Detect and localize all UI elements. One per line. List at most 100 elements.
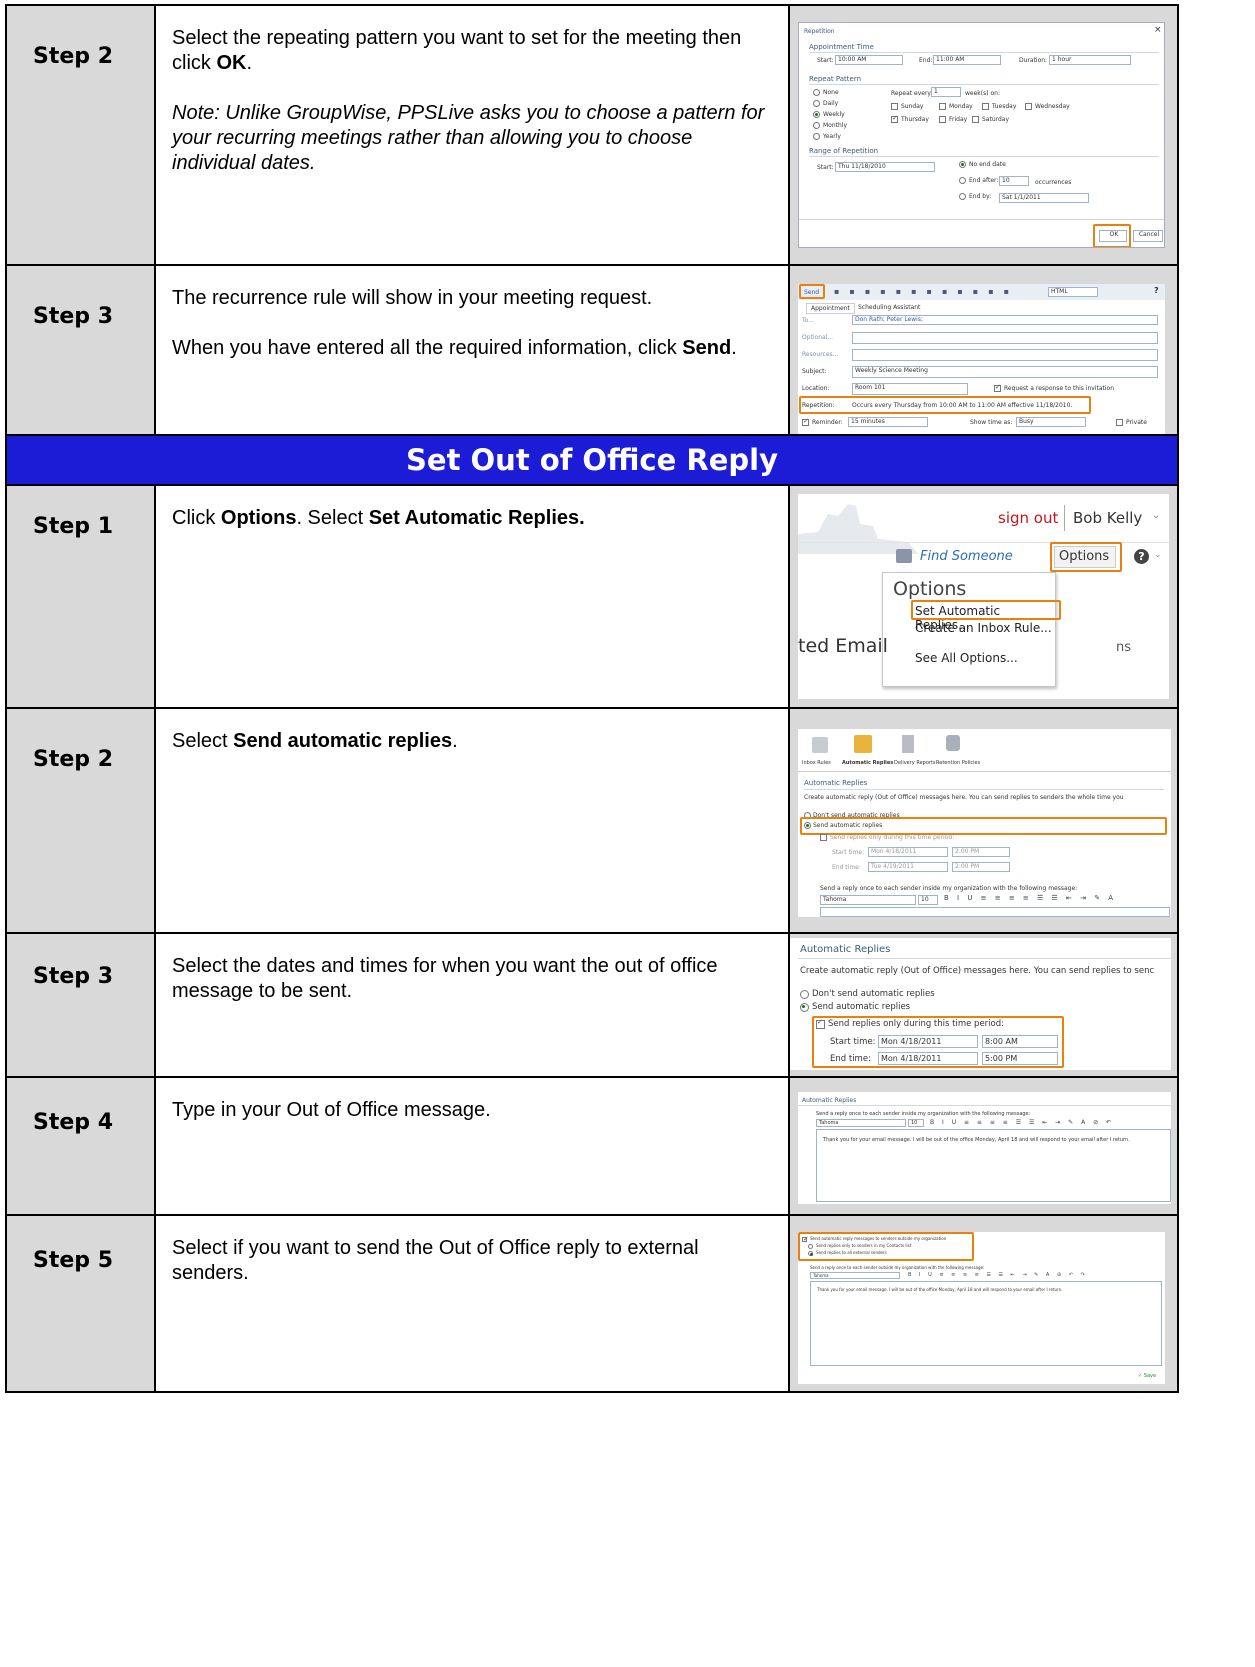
toolbar-item-automatic-replies[interactable]: Automatic Replies xyxy=(842,759,893,768)
automatic-replies-icon xyxy=(854,735,872,753)
message-editor[interactable] xyxy=(820,907,1170,917)
font-select[interactable]: Tahoma xyxy=(816,1119,906,1127)
sign-out-link[interactable]: sign out xyxy=(998,509,1058,527)
message-editor[interactable]: Thank you for your email message. I will… xyxy=(810,1281,1162,1366)
day-checkbox[interactable] xyxy=(1025,103,1032,110)
chevron-down-icon[interactable]: ⌄ xyxy=(1152,510,1160,521)
day-label: Wednesday xyxy=(1035,103,1070,110)
instruction-cell: The recurrence rule will show in your me… xyxy=(156,266,790,434)
end-by-select[interactable]: Sat 1/1/2011 xyxy=(999,193,1089,203)
size-select[interactable]: 10 xyxy=(908,1119,924,1127)
highlight-box xyxy=(799,396,1091,414)
chevron-down-icon[interactable]: ⌄ xyxy=(1154,550,1162,560)
only-period-checkbox[interactable] xyxy=(820,834,827,841)
dont-send-label: Don't send automatic replies xyxy=(812,989,935,999)
end-date-select[interactable]: Tue 4/19/2011 xyxy=(868,862,948,872)
divider xyxy=(799,219,1164,220)
optional-field[interactable] xyxy=(852,332,1158,344)
location-field[interactable]: Room 101 xyxy=(852,383,968,395)
save-button[interactable]: ✓ Save xyxy=(1138,1372,1156,1381)
screenshot-cell: Repetition × Appointment Time Start: 10:… xyxy=(790,6,1177,264)
step-label: Step 1 xyxy=(33,514,113,539)
no-end-radio[interactable] xyxy=(959,161,966,168)
tab-scheduling[interactable]: Scheduling Assistant xyxy=(858,303,920,312)
automatic-replies-screen: Inbox Rules Automatic Replies Delivery R… xyxy=(798,729,1171,917)
divider xyxy=(798,958,1171,959)
toolbar-item-retention-policies[interactable]: Retention Policies xyxy=(936,759,980,768)
pattern-monthly-radio[interactable] xyxy=(813,122,820,129)
day-label: Saturday xyxy=(982,116,1010,123)
show-time-select[interactable]: Busy xyxy=(1016,417,1086,427)
menu-item-see-all-options[interactable]: See All Options... xyxy=(915,651,1018,665)
message-editor[interactable]: Thank you for your email message. I will… xyxy=(816,1129,1171,1202)
pattern-daily-radio[interactable] xyxy=(813,100,820,107)
end-by-radio[interactable] xyxy=(959,193,966,200)
dont-send-radio[interactable] xyxy=(800,990,809,999)
format-select[interactable]: HTML xyxy=(1048,287,1098,297)
help-icon[interactable]: ? xyxy=(1154,286,1159,295)
reminder-label: Reminder: xyxy=(812,419,843,426)
send-auto-radio[interactable] xyxy=(800,1003,809,1012)
size-select[interactable]: 10 xyxy=(918,895,938,905)
font-select[interactable]: Tahoma xyxy=(820,895,916,905)
options-dropdown: Options Set Automatic Replies... Create … xyxy=(882,572,1056,687)
close-icon[interactable]: × xyxy=(1154,25,1162,35)
day-checkbox[interactable] xyxy=(939,103,946,110)
reminder-checkbox[interactable] xyxy=(802,417,809,426)
duration-label: Duration: xyxy=(1019,57,1048,64)
optional-label[interactable]: Optional... xyxy=(802,333,833,342)
to-field[interactable]: Don Rath; Peter Lewis; xyxy=(852,315,1158,325)
resources-label[interactable]: Resources... xyxy=(802,350,838,359)
bold-term: Send xyxy=(682,337,732,359)
day-checkbox[interactable] xyxy=(891,103,898,110)
section-label: Appointment Time xyxy=(809,43,874,51)
day-checkbox[interactable] xyxy=(972,116,979,123)
day-label: Sunday xyxy=(901,103,924,110)
no-end-label: No end date xyxy=(969,161,1006,168)
private-checkbox[interactable] xyxy=(1116,419,1123,426)
step-label: Step 3 xyxy=(33,304,113,329)
to-label[interactable]: To... xyxy=(802,316,814,325)
request-response-checkbox[interactable] xyxy=(994,383,1001,392)
background-text: ns xyxy=(1116,640,1132,655)
range-start-select[interactable]: Thu 11/18/2010 xyxy=(835,162,935,172)
end-hour-select[interactable]: 2:00 PM xyxy=(952,862,1010,872)
day-checkbox[interactable] xyxy=(982,103,989,110)
end-after-input[interactable]: 10 xyxy=(999,176,1029,186)
only-period-label: Send replies only during this time perio… xyxy=(830,834,955,841)
instruction-cell: Type in your Out of Office message. xyxy=(156,1078,790,1214)
pattern-label: Weekly xyxy=(823,111,845,118)
repeat-every-input[interactable]: 1 xyxy=(931,87,961,97)
bold-term: OK xyxy=(216,52,247,74)
pattern-yearly-radio[interactable] xyxy=(813,133,820,140)
cancel-button[interactable]: Cancel xyxy=(1133,230,1163,242)
start-date-select[interactable]: Mon 4/18/2011 xyxy=(868,847,948,857)
user-name[interactable]: Bob Kelly xyxy=(1073,509,1142,527)
end-after-radio[interactable] xyxy=(959,177,966,184)
start-time-select[interactable]: 10:00 AM xyxy=(835,55,903,65)
subject-field[interactable]: Weekly Science Meeting xyxy=(852,366,1158,378)
tab-appointment[interactable]: Appointment xyxy=(806,303,855,314)
instruction-cell: Select Send automatic replies. xyxy=(156,709,790,932)
instruction-text: Select the repeating pattern you want to… xyxy=(172,26,776,76)
duration-select[interactable]: 1 hour xyxy=(1049,55,1131,65)
pattern-none-radio[interactable] xyxy=(813,89,820,96)
text-part: . Select xyxy=(296,507,369,529)
step-cell: Step 3 xyxy=(7,934,156,1076)
toolbar-item-delivery-reports[interactable]: Delivery Reports xyxy=(894,759,936,768)
day-checkbox[interactable] xyxy=(891,114,898,123)
find-someone-link[interactable]: Find Someone xyxy=(920,549,1013,564)
reminder-select[interactable]: 15 minutes xyxy=(848,417,928,427)
menu-item-create-inbox-rule[interactable]: Create an Inbox Rule... xyxy=(915,621,1052,635)
toolbar-item-inbox-rules[interactable]: Inbox Rules xyxy=(802,759,831,768)
end-time-select[interactable]: 11:00 AM xyxy=(933,55,1001,65)
start-hour-select[interactable]: 2:00 PM xyxy=(952,847,1010,857)
pattern-weekly-radio[interactable] xyxy=(813,111,820,118)
help-icon[interactable]: ? xyxy=(1134,549,1149,564)
table-row: Step 3 Select the dates and times for wh… xyxy=(5,934,1179,1078)
resources-field[interactable] xyxy=(852,349,1158,361)
font-select[interactable]: Tahoma xyxy=(810,1272,900,1279)
section-heading: Automatic Replies xyxy=(802,1097,857,1104)
day-checkbox[interactable] xyxy=(939,116,946,123)
end-label: End: xyxy=(919,57,933,64)
